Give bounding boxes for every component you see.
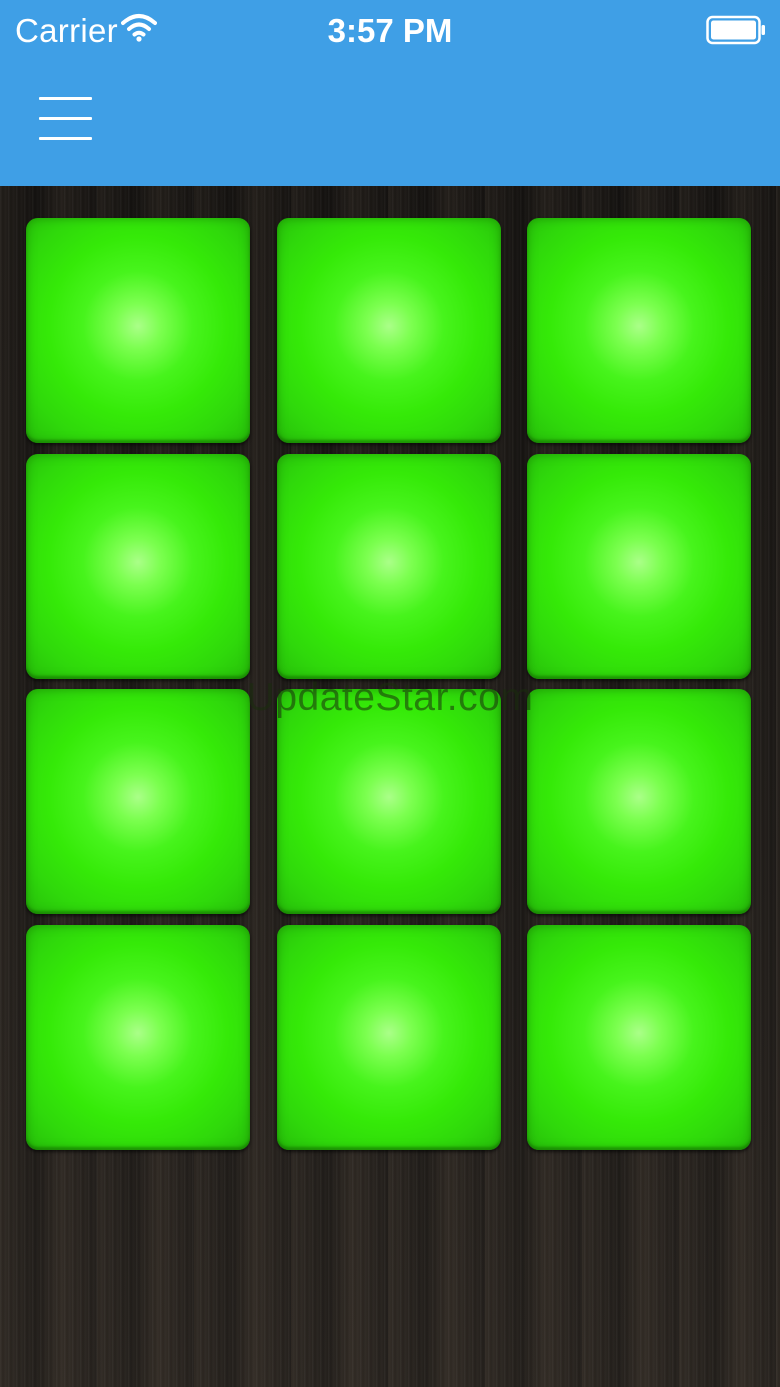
- pad-row4-col1[interactable]: [26, 925, 250, 1150]
- menu-line-top: [39, 97, 92, 100]
- pad-row4-col3[interactable]: [527, 925, 751, 1150]
- pad-row3-col3[interactable]: [527, 689, 751, 914]
- menu-line-middle: [39, 117, 92, 120]
- pad-row2-col3[interactable]: [527, 454, 751, 679]
- pad-row1-col3[interactable]: [527, 218, 751, 443]
- pad-row3-col1[interactable]: [26, 689, 250, 914]
- hamburger-menu-button[interactable]: [30, 88, 102, 148]
- pad-row2-col2[interactable]: [277, 454, 501, 679]
- battery-icon: [706, 15, 765, 45]
- pad-row1-col2[interactable]: [277, 218, 501, 443]
- pad-row3-col2[interactable]: [277, 689, 501, 914]
- pad-row2-col1[interactable]: [26, 454, 250, 679]
- pad-row1-col1[interactable]: [26, 218, 250, 443]
- status-time: 3:57 PM: [327, 12, 453, 49]
- app-header: Carrier 3:57 PM: [0, 0, 780, 186]
- pad-board: [0, 186, 780, 1387]
- menu-line-bottom: [39, 137, 92, 140]
- status-bar: Carrier 3:57 PM: [0, 0, 780, 62]
- pad-row4-col2[interactable]: [277, 925, 501, 1150]
